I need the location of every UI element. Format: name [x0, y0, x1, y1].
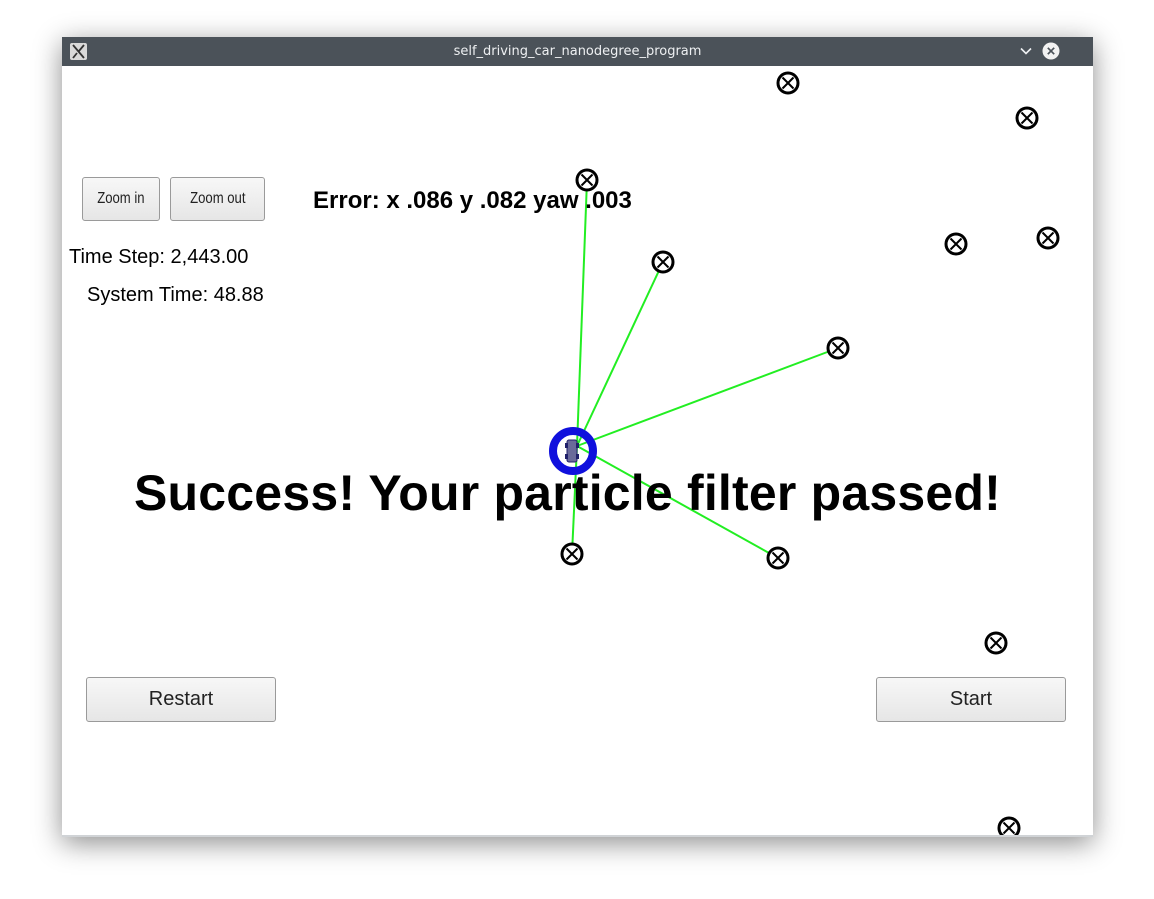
landmark-marker-icon [984, 631, 1008, 655]
success-message: Success! Your particle filter passed! [134, 465, 1001, 521]
time-step-readout: Time Step: 2,443.00 [69, 246, 249, 268]
landmark-marker-icon [997, 816, 1021, 835]
title-bar[interactable]: self_driving_car_nanodegree_program [62, 37, 1093, 66]
simulator-window: self_driving_car_nanodegree_program Zoom… [62, 37, 1093, 837]
system-time-readout: System Time: 48.88 [87, 284, 264, 306]
landmark-marker-icon [1015, 106, 1039, 130]
window-bottom-border [62, 835, 1093, 837]
landmark-marker-icon [651, 250, 675, 274]
landmark-marker-icon [826, 336, 850, 360]
zoom-in-button[interactable]: Zoom in [82, 177, 160, 221]
landmark-marker-icon [944, 232, 968, 256]
restart-button[interactable]: Restart [86, 677, 276, 722]
observation-line [576, 179, 588, 447]
minimize-chevron-icon[interactable] [1017, 42, 1035, 60]
start-button[interactable]: Start [876, 677, 1066, 722]
landmark-marker-icon [776, 71, 800, 95]
landmark-marker-icon [766, 546, 790, 570]
zoom-out-label: Zoom out [189, 190, 246, 207]
simulation-viewport[interactable]: Zoom in Zoom out Error: x .086 y .082 ya… [62, 66, 1091, 835]
close-icon[interactable] [1042, 42, 1060, 60]
window-title: self_driving_car_nanodegree_program [453, 44, 702, 59]
zoom-out-button[interactable]: Zoom out [170, 177, 265, 221]
landmark-marker-icon [560, 542, 584, 566]
landmark-marker-icon [1036, 226, 1060, 250]
error-readout: Error: x .086 y .082 yaw .003 [313, 187, 632, 214]
zoom-in-label: Zoom in [97, 190, 145, 207]
